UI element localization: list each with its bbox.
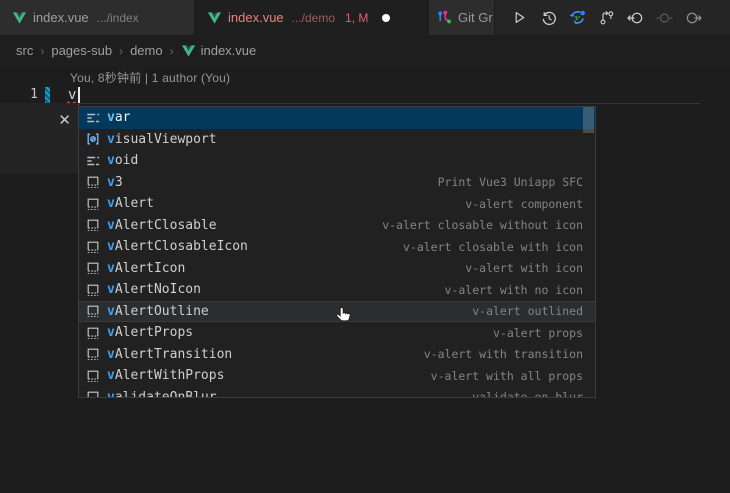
suggestion-item-validateOnBlur[interactable]: validateOnBlur validate on blur [79, 387, 595, 399]
tab-bar: index.vue .../index index.vue .../demo 1… [0, 0, 730, 35]
vue-file-icon [207, 11, 222, 25]
suggestion-label: void [107, 153, 138, 168]
breadcrumb-item-pages-sub[interactable]: pages-sub [51, 43, 112, 58]
snippet-icon [85, 325, 101, 341]
git-graph-icon [437, 10, 452, 25]
suggestion-detail: v-alert with all props [431, 369, 583, 383]
suggestion-item-vAlertWithProps[interactable]: vAlertWithProps v-alert with all props [79, 365, 595, 387]
snippet-icon [85, 260, 101, 276]
suggestion-item-vAlert[interactable]: vAlert v-alert component [79, 193, 595, 215]
overlay-panel: ✕ [0, 103, 78, 175]
suggestion-detail: v-alert props [493, 326, 583, 340]
snippet-icon [85, 196, 101, 212]
tab-index-vue-pages[interactable]: index.vue .../index [0, 0, 195, 35]
suggestion-label: vAlertIcon [107, 261, 185, 276]
suggestion-detail: v-alert with icon [465, 261, 583, 275]
unsaved-dot-icon[interactable] [382, 14, 390, 22]
suggestion-detail: v-alert closable without icon [382, 218, 583, 232]
suggestion-label: vAlertTransition [107, 347, 232, 362]
suggestion-item-visualViewport[interactable]: visualViewport [79, 129, 595, 151]
suggestion-item-vAlertClosable[interactable]: vAlertClosable v-alert closable without i… [79, 215, 595, 237]
suggestion-label: v3 [107, 175, 123, 190]
snippet-icon [85, 174, 101, 190]
snippet-icon [85, 303, 101, 319]
breadcrumb-item-file[interactable]: index.vue [181, 43, 257, 58]
close-icon[interactable]: ✕ [58, 113, 71, 128]
tab-path-hint: .../demo [292, 11, 335, 25]
suggest-widget: var visualViewport void v3 Print Vue3 Uniapp… [78, 106, 596, 398]
suggestion-label: vAlertProps [107, 325, 193, 340]
suggestion-label: vAlertWithProps [107, 368, 224, 383]
tab-path-hint: .../index [97, 11, 139, 25]
suggestion-label: vAlert [107, 196, 154, 211]
suggestion-item-v3[interactable]: v3 Print Vue3 Uniapp SFC [79, 172, 595, 194]
current-line-border [78, 103, 700, 104]
suggestion-label: vAlertClosableIcon [107, 239, 248, 254]
vue-file-icon [12, 11, 27, 25]
suggestion-detail: v-alert outlined [472, 304, 583, 318]
vue-file-icon [181, 44, 196, 58]
mouse-cursor [336, 306, 353, 325]
suggestion-detail: v-alert with transition [424, 347, 583, 361]
breadcrumb-filename: index.vue [201, 43, 257, 58]
snippet-icon [85, 282, 101, 298]
suggestion-detail: v-alert closable with icon [403, 240, 583, 254]
vscode-window: index.vue .../index index.vue .../demo 1… [0, 0, 730, 493]
variable-icon [85, 131, 101, 147]
suggestion-list: var visualViewport void v3 Print Vue3 Uniapp… [79, 107, 595, 398]
tab-index-vue-demo[interactable]: index.vue .../demo 1, M [195, 0, 429, 35]
tab-filename: index.vue [33, 10, 89, 25]
suggestion-label: vAlertClosable [107, 218, 217, 233]
suggestion-item-vAlertTransition[interactable]: vAlertTransition v-alert with transition [79, 344, 595, 366]
snippet-icon [85, 217, 101, 233]
snippet-icon [85, 346, 101, 362]
suggestion-detail: v-alert with no icon [445, 283, 583, 297]
problems-modified-badge: 1, M [345, 11, 368, 25]
suggestion-label: validateOnBlur [107, 390, 217, 398]
breadcrumb-item-demo[interactable]: demo [130, 43, 163, 58]
suggestion-item-vAlertClosableIcon[interactable]: vAlertClosableIcon v-alert closable with … [79, 236, 595, 258]
run-icon[interactable] [511, 9, 528, 26]
tab-label: Git Gr [458, 10, 493, 25]
suggestion-detail: v-alert component [465, 197, 583, 211]
suggestion-label: visualViewport [107, 132, 217, 147]
suggestion-item-void[interactable]: void [79, 150, 595, 172]
suggestion-item-vAlertIcon[interactable]: vAlertIcon v-alert with icon [79, 258, 595, 280]
tab-git-graph[interactable]: Git Gr [429, 0, 495, 35]
breadcrumb: src › pages-sub › demo › index.vue [0, 35, 730, 66]
keyword-icon [85, 110, 101, 126]
tab-filename: index.vue [228, 10, 284, 25]
snippet-icon [85, 239, 101, 255]
marker-disabled-icon[interactable] [656, 9, 673, 26]
line-number: 1 [22, 87, 38, 102]
git-blame-annotation[interactable]: You, 8秒钟前 | 1 author (You) [70, 69, 230, 86]
breadcrumb-item-src[interactable]: src [16, 43, 33, 58]
suggestion-label: var [107, 110, 130, 125]
snippet-icon [85, 389, 101, 398]
suggestion-label: vAlertOutline [107, 304, 209, 319]
navigate-forward-icon[interactable] [685, 9, 702, 26]
keyword-icon [85, 153, 101, 169]
suggestion-detail: Print Vue3 Uniapp SFC [438, 175, 583, 189]
snippet-icon [85, 368, 101, 384]
translate-sync-icon[interactable] [569, 9, 586, 26]
pull-request-icon[interactable] [598, 9, 615, 26]
scrollbar-thumb[interactable] [583, 107, 594, 133]
editor-actions [497, 0, 712, 35]
suggestion-label: vAlertNoIcon [107, 282, 201, 297]
suggestion-item-var[interactable]: var [79, 107, 595, 129]
suggestion-detail: validate on blur [472, 390, 583, 398]
gutter-modified-indicator[interactable] [45, 87, 50, 104]
chevron-right-icon: › [40, 44, 44, 58]
history-icon[interactable] [540, 9, 557, 26]
suggestion-item-vAlertNoIcon[interactable]: vAlertNoIcon v-alert with no icon [79, 279, 595, 301]
suggestion-item-vAlertProps[interactable]: vAlertProps v-alert props [79, 322, 595, 344]
navigate-back-icon[interactable] [627, 9, 644, 26]
chevron-right-icon: › [119, 44, 123, 58]
chevron-right-icon: › [170, 44, 174, 58]
